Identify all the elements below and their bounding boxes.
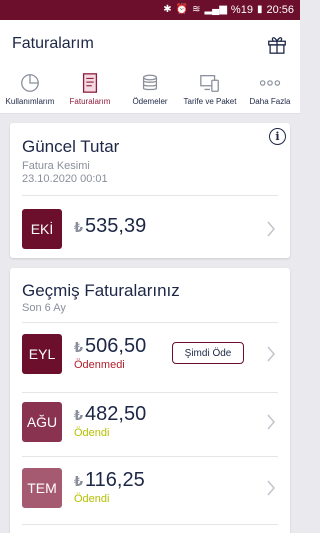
invoice-icon	[82, 73, 98, 93]
past-bills-title: Geçmiş Faturalarınız	[22, 281, 180, 300]
page-title: Faturalarım	[12, 35, 94, 52]
bill-row[interactable]: AĞU ₺ 482,50 Ödendi	[10, 396, 290, 448]
info-icon[interactable]: i	[269, 128, 286, 145]
amount-value: 116,25	[85, 469, 145, 491]
month-badge: TEM	[22, 468, 62, 508]
amount-value: 506,50	[85, 335, 147, 357]
coins-icon	[142, 74, 158, 91]
bill-amount: ₺ 535,39	[74, 215, 146, 238]
app-header: Faturalarım	[0, 20, 300, 68]
bill-cut-date: 23.10.2020 00:01	[22, 173, 108, 185]
more-dots-icon	[259, 80, 281, 86]
past-bills-card: Geçmiş Faturalarınız Son 6 Ay EYL ₺ 506,…	[10, 268, 290, 533]
alarm-icon: ⏰	[175, 4, 189, 15]
tab-bar: Kullanımlarım Faturalarım Ödemeler Tarif…	[0, 68, 300, 114]
status-paid: Ödendi	[74, 493, 110, 505]
clock: 20:56	[266, 4, 294, 16]
battery-percent: %19	[230, 4, 253, 16]
divider	[22, 524, 278, 525]
tab-label: Tarife ve Paket	[183, 97, 237, 106]
pay-now-button[interactable]: Şimdi Öde	[172, 342, 244, 364]
bill-cut-label: Fatura Kesimi	[22, 160, 90, 172]
divider	[22, 322, 278, 323]
bluetooth-icon: ✱	[163, 4, 172, 15]
status-unpaid: Ödenmedi	[74, 359, 125, 371]
divider	[22, 456, 278, 457]
tab-usage[interactable]: Kullanımlarım	[0, 68, 60, 113]
devices-icon	[200, 75, 219, 92]
month-badge: AĞU	[22, 402, 62, 442]
bill-row[interactable]: TEM ₺ 116,25 Ödendi	[10, 462, 290, 514]
divider	[22, 392, 278, 393]
current-bill-card: i Güncel Tutar Fatura Kesimi 23.10.2020 …	[10, 123, 290, 258]
bill-amount: ₺ 482,50	[74, 403, 146, 426]
bill-amount: ₺ 506,50	[74, 335, 146, 358]
amount-value: 482,50	[85, 403, 147, 425]
tab-more[interactable]: Daha Fazla	[240, 68, 300, 113]
amount-value: 535,39	[85, 215, 147, 237]
tab-tariff-package[interactable]: Tarife ve Paket	[180, 68, 240, 113]
currency-symbol: ₺	[74, 474, 84, 489]
divider	[22, 195, 278, 196]
status-bar: ✱ ⏰ ≋ ▂▄▆ %19 ▮ 20:56	[0, 0, 300, 20]
tab-label: Ödemeler	[132, 97, 168, 106]
pie-chart-icon	[21, 74, 39, 92]
battery-icon: ▮	[256, 4, 263, 15]
chevron-right-icon	[267, 221, 275, 237]
tab-label: Daha Fazla	[249, 97, 291, 106]
tab-invoices[interactable]: Faturalarım	[60, 68, 120, 113]
gift-icon[interactable]	[266, 33, 288, 55]
signal-icon: ▂▄▆	[204, 4, 227, 15]
chevron-right-icon	[267, 480, 275, 496]
current-bill-title: Güncel Tutar	[22, 137, 120, 156]
currency-symbol: ₺	[74, 220, 84, 235]
month-badge: EYL	[22, 334, 62, 374]
tab-payments[interactable]: Ödemeler	[120, 68, 180, 113]
currency-symbol: ₺	[74, 408, 84, 423]
status-paid: Ödendi	[74, 427, 110, 439]
tab-label: Kullanımlarım	[5, 97, 55, 106]
tab-label: Faturalarım	[69, 97, 111, 106]
chevron-right-icon	[267, 346, 275, 362]
bill-row[interactable]: EYL ₺ 506,50 Ödenmedi Şimdi Öde	[10, 328, 290, 380]
chevron-right-icon	[267, 414, 275, 430]
current-bill-row[interactable]: EKİ ₺ 535,39	[10, 203, 290, 255]
month-badge: EKİ	[22, 209, 62, 249]
wifi-icon: ≋	[192, 4, 201, 15]
bill-amount: ₺ 116,25	[74, 469, 145, 492]
currency-symbol: ₺	[74, 340, 84, 355]
past-bills-subtitle: Son 6 Ay	[22, 302, 66, 314]
